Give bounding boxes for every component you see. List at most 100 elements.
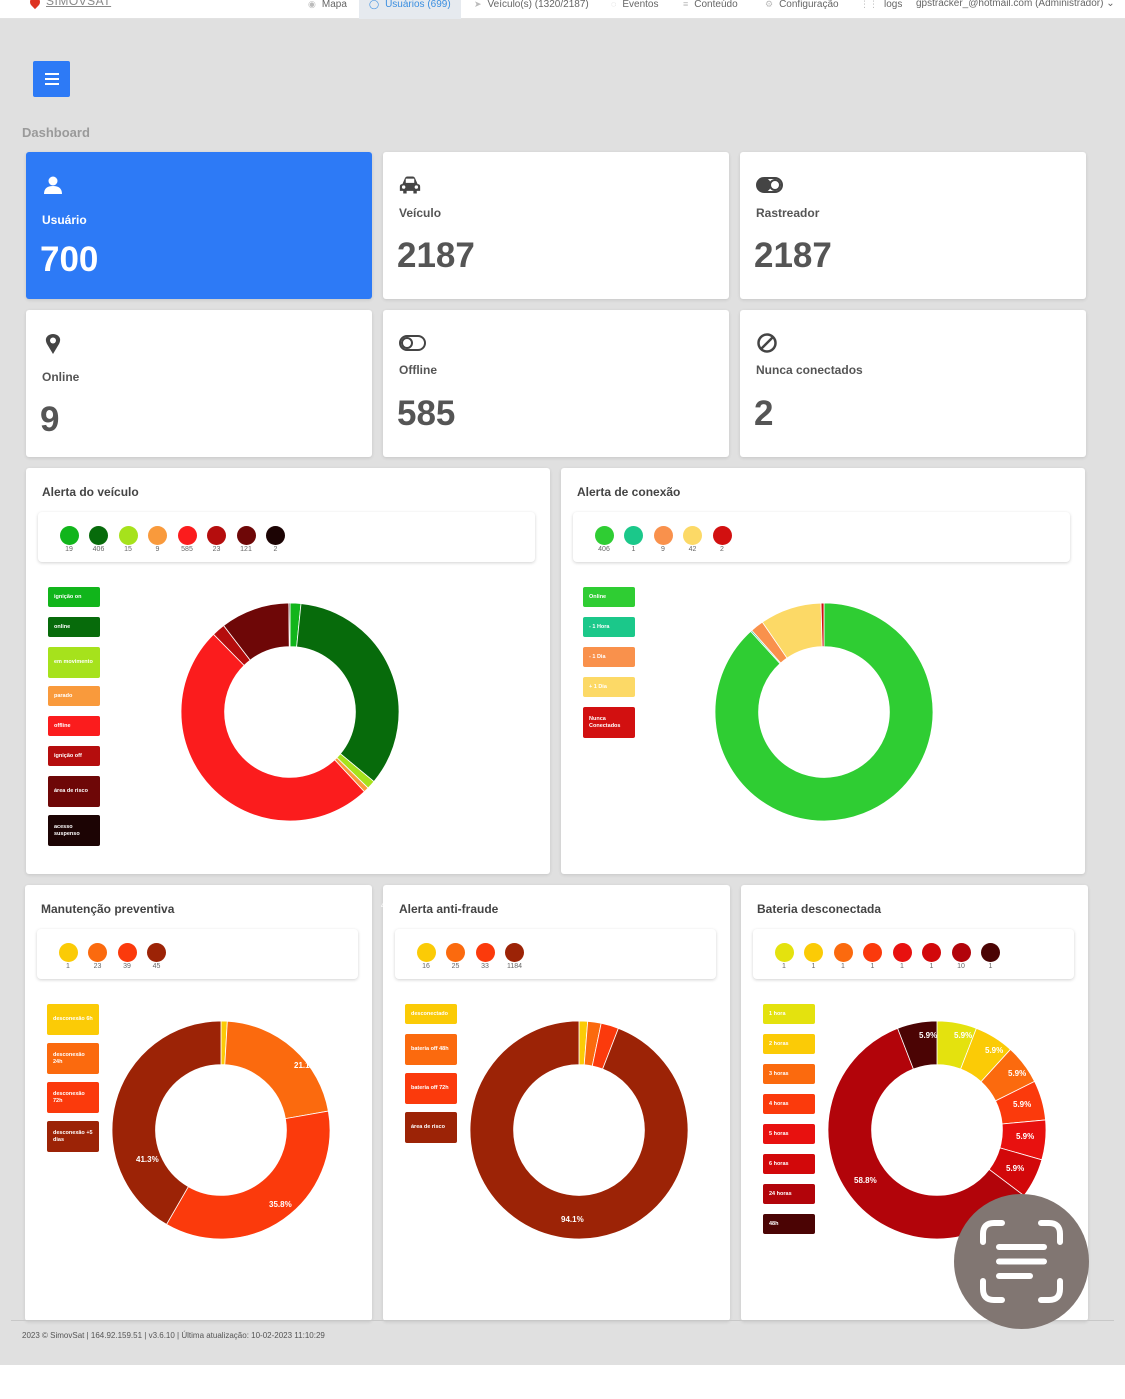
legend-dot — [266, 526, 285, 545]
legend-item[interactable]: 42 — [678, 526, 708, 553]
user-icon — [44, 176, 62, 194]
legend-item[interactable]: 9 — [143, 526, 173, 553]
legend-item[interactable]: 1 — [858, 943, 888, 970]
legend-item[interactable]: 33 — [470, 943, 500, 970]
legend-count: 9 — [155, 546, 160, 553]
category-tag[interactable]: - 1 Hora — [583, 617, 635, 637]
legend-item[interactable]: 1 — [887, 943, 917, 970]
nav-configuracao[interactable]: ⚙ Configuração — [759, 0, 845, 19]
category-tag[interactable]: 6 horas — [763, 1154, 815, 1174]
nav-veiculos[interactable]: ➤ Veículo(s) (1320/2187) — [468, 0, 595, 19]
menu-toggle-button[interactable] — [33, 61, 70, 97]
slice-percent-label: 5.9% — [1013, 1100, 1031, 1109]
legend-item[interactable]: 1 — [799, 943, 829, 970]
category-tag[interactable]: desconexão 72h — [47, 1082, 99, 1113]
donut-slice[interactable] — [165, 1110, 331, 1240]
donut-slice[interactable] — [296, 603, 400, 783]
category-tag[interactable]: acesso suspenso — [48, 815, 100, 846]
category-tag[interactable]: 1 hora — [763, 1004, 815, 1024]
nav-logs[interactable]: ⋮⋮ logs — [854, 0, 908, 19]
legend-item[interactable]: 2 — [261, 526, 291, 553]
legend-item[interactable]: 16 — [411, 943, 441, 970]
category-tag[interactable]: 48h — [763, 1214, 815, 1234]
category-tag[interactable]: 24 horas — [763, 1184, 815, 1204]
legend-item[interactable]: 23 — [202, 526, 232, 553]
legend-item[interactable]: 19 — [54, 526, 84, 553]
legend-item[interactable]: 406 — [84, 526, 114, 553]
legend-item[interactable]: 45 — [142, 943, 172, 970]
category-tag[interactable]: 4 horas — [763, 1094, 815, 1114]
legend-count: 2 — [273, 546, 278, 553]
category-tag[interactable]: online — [48, 617, 100, 637]
legend-item[interactable]: 2 — [707, 526, 737, 553]
legend-bar: 1 1 1 1 1 1 10 1 — [753, 929, 1074, 979]
category-tag[interactable]: bateria off 48h — [405, 1034, 457, 1065]
donut-slice[interactable] — [288, 602, 291, 648]
legend-count: 16 — [422, 963, 430, 970]
legend-item[interactable]: 25 — [441, 943, 471, 970]
category-tag[interactable]: em movimento — [48, 647, 100, 678]
category-tag[interactable]: 2 horas — [763, 1034, 815, 1054]
nav-logs-label: logs — [884, 0, 903, 10]
category-tag[interactable]: desconexão 24h — [47, 1043, 99, 1074]
nav-conteudo[interactable]: ≡ Conteúdo — [677, 0, 744, 19]
category-tag[interactable]: parado — [48, 686, 100, 706]
category-tag[interactable]: bateria off 72h — [405, 1073, 457, 1104]
category-tag[interactable]: desconexão +5 dias — [47, 1121, 99, 1152]
slice-percent-label: 5.9% — [1016, 1132, 1034, 1141]
category-tag[interactable]: Online — [583, 587, 635, 607]
hamburger-line — [44, 78, 59, 80]
stat-card-veiculo[interactable]: Veículo 2187 — [383, 152, 729, 299]
legend-dot — [207, 526, 226, 545]
nav-usuarios[interactable]: ◯ Usuários (699) — [359, 0, 461, 19]
legend-count: 25 — [451, 963, 460, 970]
brand-logo[interactable]: SIMOVSAT — [27, 0, 111, 9]
stat-label: Rastreador — [756, 206, 820, 220]
legend-item[interactable]: 585 — [172, 526, 202, 553]
legend-item[interactable]: 1 — [976, 943, 1006, 970]
legend-count: 1 — [811, 963, 816, 970]
legend-item[interactable]: 10 — [946, 943, 976, 970]
legend-item[interactable]: 15 — [113, 526, 143, 553]
legend-item[interactable]: 39 — [112, 943, 142, 970]
stat-card-nunca[interactable]: Nunca conectados 2 — [740, 310, 1086, 457]
donut-slice[interactable] — [469, 1020, 689, 1240]
legend-item[interactable]: 1 — [769, 943, 799, 970]
category-tag[interactable]: 5 horas — [763, 1124, 815, 1144]
legend-item[interactable]: 23 — [83, 943, 113, 970]
legend-item[interactable]: 1184 — [500, 943, 530, 970]
legend-item[interactable]: 1 — [828, 943, 858, 970]
legend-dot — [416, 943, 436, 962]
ban-icon — [757, 333, 777, 353]
nav-mapa[interactable]: ◉ Mapa — [302, 0, 353, 19]
nav-user-menu[interactable]: gpstracker_@hotmail.com (Administrador) … — [910, 0, 1121, 19]
legend-item[interactable]: 406 — [589, 526, 619, 553]
legend-item[interactable]: 1 — [53, 943, 83, 970]
slice-percent-label: 94.1% — [561, 1215, 584, 1224]
category-tag[interactable]: + 1 Dia — [583, 677, 635, 697]
category-tag[interactable]: desconexão 6h — [47, 1004, 99, 1035]
legend-item[interactable]: 1 — [917, 943, 947, 970]
legend-item[interactable]: 121 — [231, 526, 261, 553]
legend-count: 1 — [988, 963, 993, 970]
category-tag[interactable]: offline — [48, 716, 100, 736]
nav-eventos[interactable]: ◌ Eventos — [605, 0, 665, 19]
stat-card-rastreador[interactable]: Rastreador 2187 — [740, 152, 1086, 299]
stat-card-online[interactable]: Online 9 — [26, 310, 372, 457]
category-tag[interactable]: desconectado — [405, 1004, 457, 1024]
category-tag[interactable]: ignição on — [48, 587, 100, 607]
category-tag[interactable]: - 1 Dia — [583, 647, 635, 667]
panel-title: Alerta anti-fraude — [399, 902, 499, 916]
category-tag[interactable]: área de risco — [405, 1112, 457, 1143]
category-tag[interactable]: área de risco — [48, 776, 100, 807]
grid-icon: ⋮⋮ — [860, 0, 878, 9]
legend-bar: 16 25 33 1184 — [395, 929, 716, 979]
category-tag[interactable]: ignição off — [48, 746, 100, 766]
text-scan-button[interactable] — [954, 1194, 1089, 1329]
stat-card-offline[interactable]: Offline 585 — [383, 310, 729, 457]
legend-item[interactable]: 9 — [648, 526, 678, 553]
stat-card-usuario[interactable]: Usuário 700 — [26, 152, 372, 299]
category-tag[interactable]: Nunca Conectados — [583, 707, 635, 738]
legend-item[interactable]: 1 — [619, 526, 649, 553]
category-tag[interactable]: 3 horas — [763, 1064, 815, 1084]
